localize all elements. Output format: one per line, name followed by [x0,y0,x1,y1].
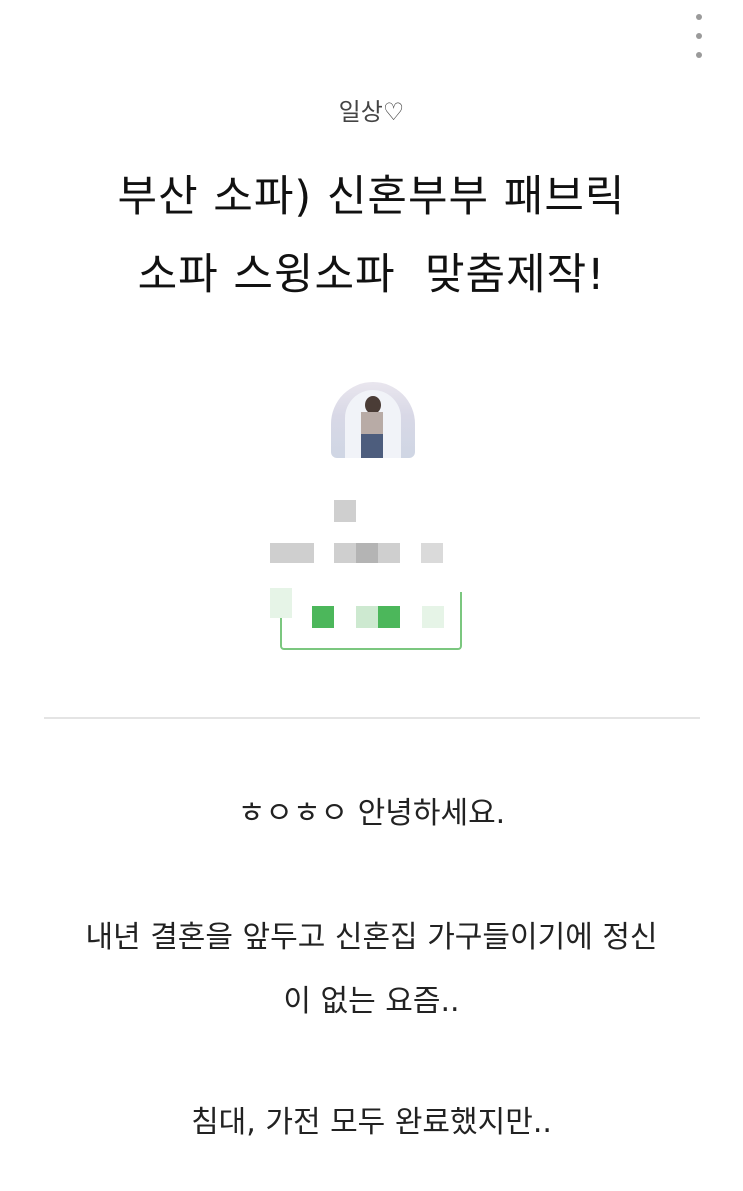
avatar-figure-legs [361,434,383,458]
post-paragraph: 내년 결혼을 앞두고 신혼집 가구들이기에 정신 이 없는 요즘.. [30,906,713,1034]
post-paragraph: ㅎㅇㅎㅇ 안녕하세요. [237,796,506,831]
more-vertical-icon-dot [696,52,702,58]
section-divider [44,717,700,719]
post-title-line: 소파 스윙소파 맞춤제작! [137,250,606,300]
more-options-button[interactable] [691,14,707,58]
post-paragraph-line: 내년 결혼을 앞두고 신혼집 가구들이기에 정신 [85,920,658,955]
post-paragraph-line: 이 없는 요즘.. [283,984,460,1019]
post-title-line: 부산 소파) 신혼부부 패브릭 [117,172,626,222]
avatar-figure-body [361,412,383,434]
author-avatar[interactable] [331,382,415,458]
post-paragraph: 침대, 가전 모두 완료했지만.. [191,1105,552,1140]
follow-button-blurred[interactable] [268,588,468,636]
post-category-link[interactable]: 일상♡ [0,92,743,127]
more-vertical-icon [696,14,702,20]
more-vertical-icon-dot [696,33,702,39]
post-title: 부산 소파) 신혼부부 패브릭 소파 스윙소파 맞춤제작! [20,158,723,314]
